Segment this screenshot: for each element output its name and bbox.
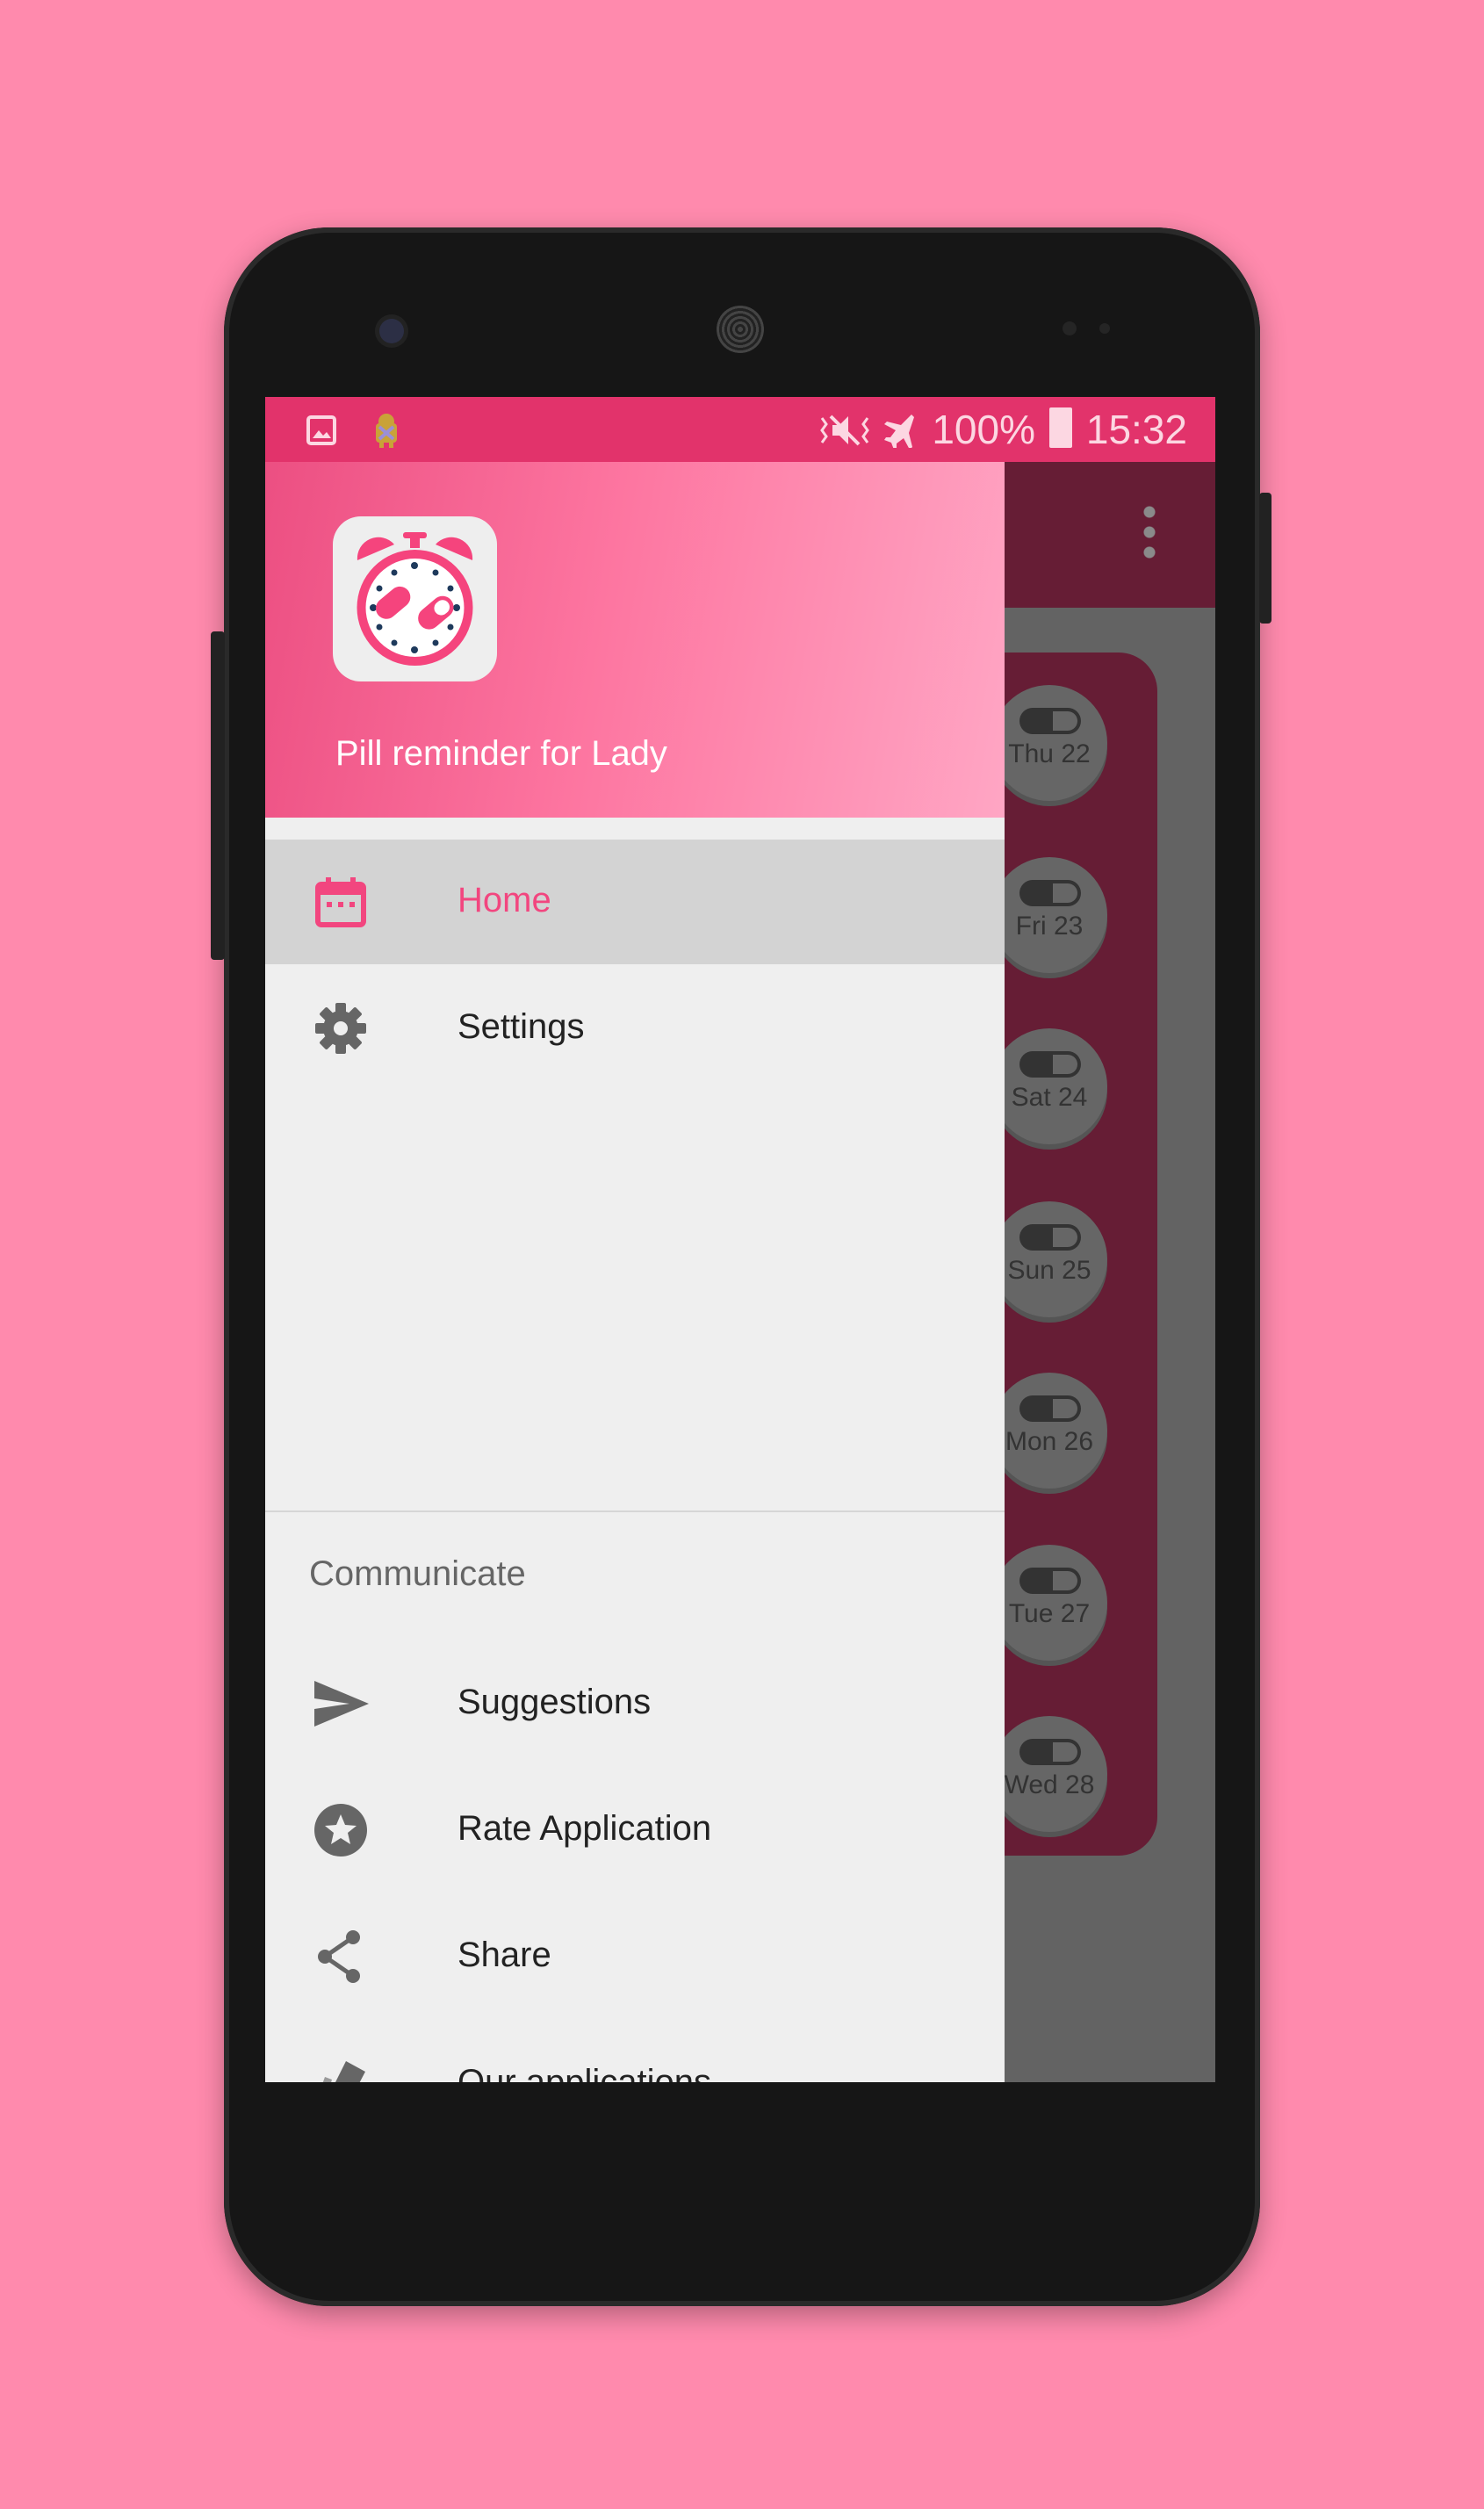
overflow-menu-icon[interactable] bbox=[1143, 506, 1156, 559]
share-icon bbox=[318, 1930, 360, 1983]
volume-button bbox=[211, 631, 225, 960]
drawer-item-rate-application[interactable]: Rate Application bbox=[265, 1768, 1005, 1893]
day-button[interactable]: Tue 27 bbox=[991, 1545, 1107, 1661]
drawer-item-suggestions[interactable]: Suggestions bbox=[265, 1641, 1005, 1766]
star-icon bbox=[314, 1804, 367, 1857]
gear-icon bbox=[315, 1003, 366, 1054]
pill-icon bbox=[1019, 1739, 1081, 1765]
pill-icon bbox=[1019, 880, 1081, 906]
airplane-icon bbox=[884, 415, 914, 448]
day-button[interactable]: Mon 26 bbox=[991, 1373, 1107, 1489]
screen: 100% 15:32 Thu 22 Fri 23 Sat 24 Sun 25 M… bbox=[265, 397, 1215, 2082]
day-button[interactable]: Fri 23 bbox=[991, 857, 1107, 973]
drawer-item-settings[interactable]: Settings bbox=[265, 966, 1005, 1091]
drawer-item-label: Rate Application bbox=[457, 1809, 712, 1848]
drawer-item-label: Suggestions bbox=[457, 1683, 652, 1721]
day-button[interactable]: Sun 25 bbox=[991, 1201, 1107, 1317]
app-title: Pill reminder for Lady bbox=[335, 734, 667, 773]
battery-percent: 100% bbox=[932, 407, 1035, 452]
front-camera bbox=[379, 319, 404, 343]
pill-icon bbox=[1019, 1395, 1081, 1422]
power-button bbox=[1259, 493, 1271, 624]
battery-icon bbox=[1049, 407, 1072, 448]
drawer-item-label: Home bbox=[457, 881, 551, 919]
calendar-icon bbox=[315, 877, 366, 927]
day-button[interactable]: Thu 22 bbox=[991, 685, 1107, 801]
navigation-drawer: Pill reminder for Lady Home Settings Com… bbox=[265, 462, 1005, 2082]
pill-icon bbox=[1019, 1051, 1081, 1078]
sensor bbox=[1063, 321, 1077, 335]
drawer-item-home[interactable]: Home bbox=[265, 840, 1005, 964]
status-bar: 100% 15:32 bbox=[265, 397, 1215, 462]
pill-icon bbox=[1019, 1224, 1081, 1251]
drawer-header: Pill reminder for Lady bbox=[265, 462, 1005, 818]
android-debug-icon bbox=[376, 414, 397, 448]
drawer-item-label: Share bbox=[457, 1936, 551, 1974]
drawer-item-label: Settings bbox=[457, 1007, 585, 1046]
app-logo bbox=[333, 516, 497, 681]
sensor bbox=[1099, 323, 1110, 334]
drawer-item-share[interactable]: Share bbox=[265, 1894, 1005, 2019]
divider bbox=[265, 1510, 1005, 1512]
drawer-item-our-applications[interactable]: Our applications bbox=[265, 2022, 1005, 2082]
day-button[interactable]: Wed 28 bbox=[991, 1716, 1107, 1832]
section-title: Communicate bbox=[309, 1554, 526, 1593]
vibrate-mute-icon bbox=[820, 415, 869, 446]
pill-icon bbox=[1019, 1568, 1081, 1594]
send-icon bbox=[314, 1681, 369, 1727]
clock: 15:32 bbox=[1085, 407, 1187, 452]
image-icon bbox=[306, 415, 336, 445]
apps-icon bbox=[322, 2061, 365, 2082]
drawer-item-label: Our applications bbox=[457, 2063, 712, 2082]
day-button[interactable]: Sat 24 bbox=[991, 1028, 1107, 1144]
pill-icon bbox=[1019, 708, 1081, 734]
speaker-grille bbox=[717, 306, 764, 353]
